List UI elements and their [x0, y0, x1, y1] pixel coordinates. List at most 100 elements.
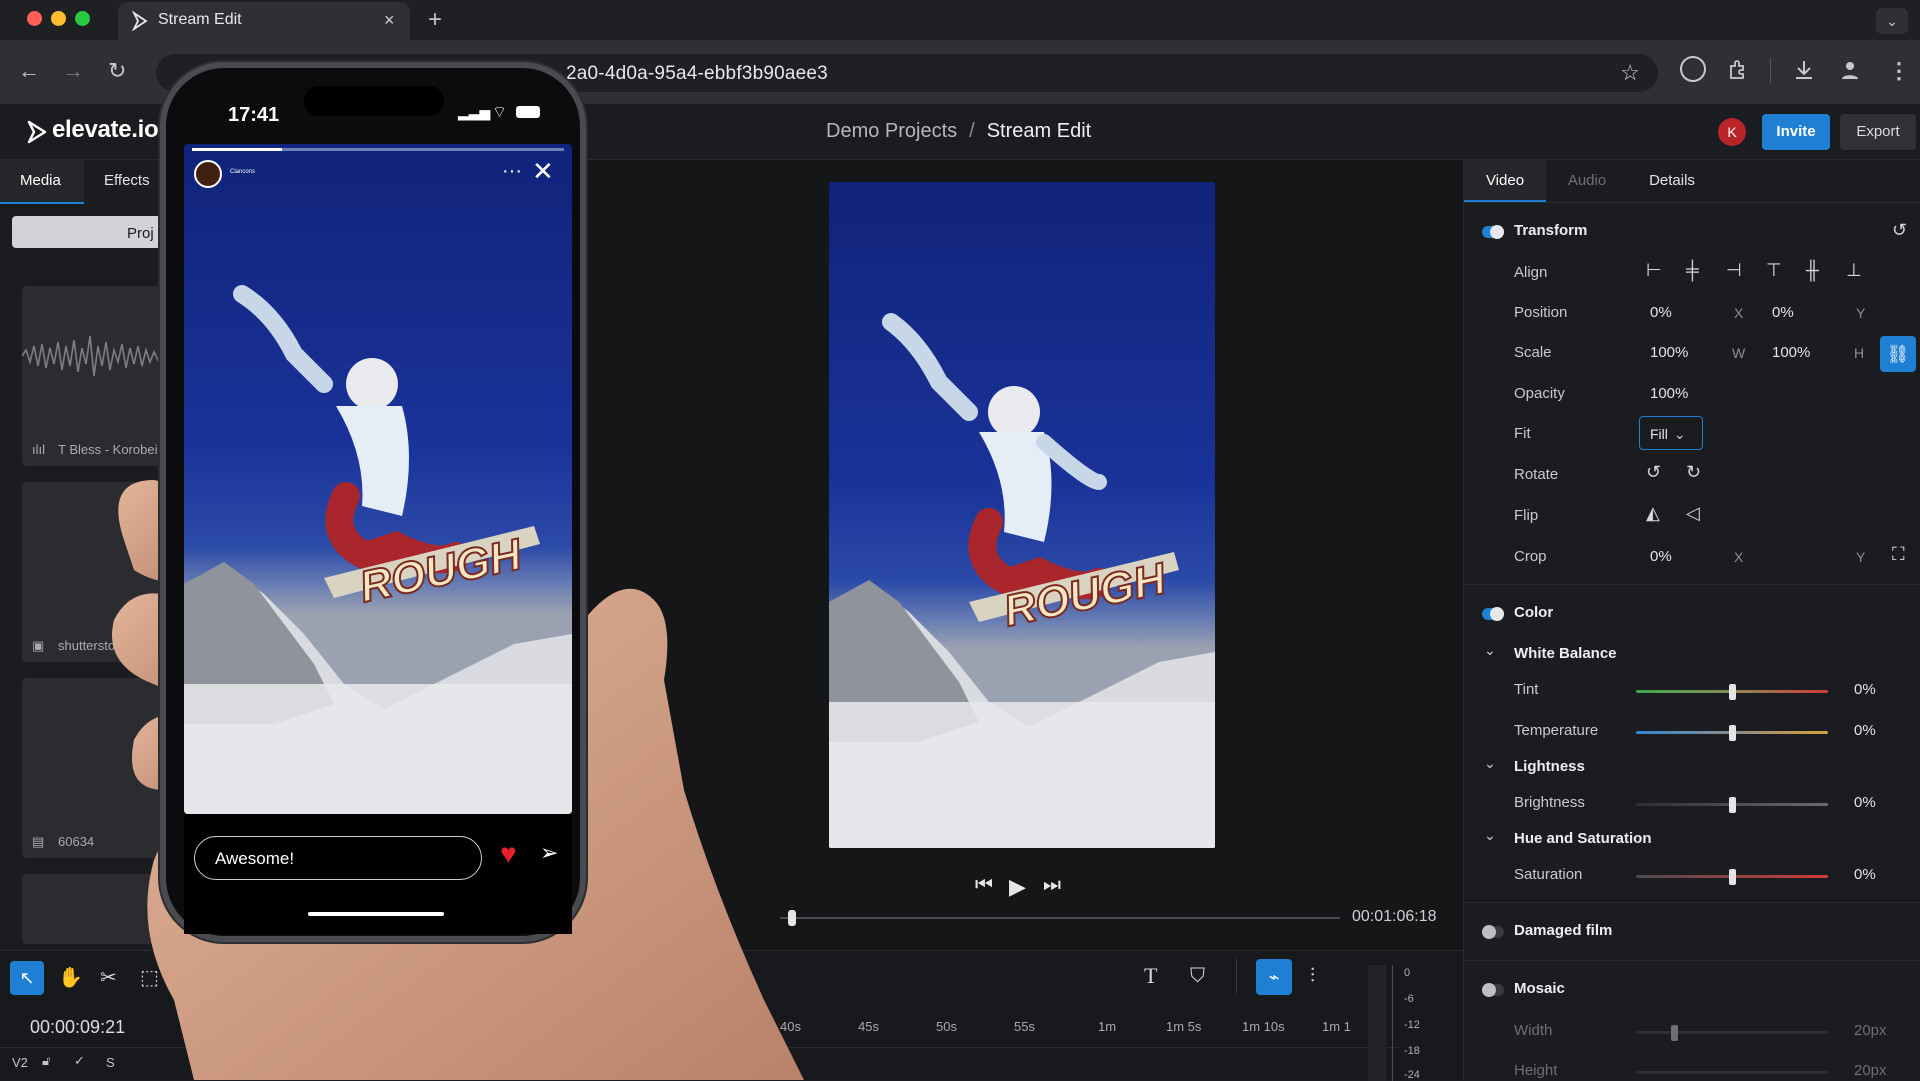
- align-right-icon[interactable]: ⊣: [1726, 260, 1742, 281]
- mosaic-width-slider[interactable]: [1636, 1031, 1828, 1034]
- section-divider: [1464, 584, 1920, 585]
- hue-saturation-title[interactable]: Hue and Saturation: [1514, 830, 1652, 847]
- temperature-slider-knob[interactable]: [1729, 725, 1736, 741]
- breadcrumb-parent[interactable]: Demo Projects: [826, 120, 957, 142]
- user-avatar[interactable]: K: [1718, 118, 1746, 146]
- tab-video[interactable]: Video: [1464, 160, 1546, 202]
- tab-details[interactable]: Details: [1628, 160, 1716, 202]
- crop-x-value[interactable]: 0%: [1650, 548, 1672, 565]
- menu-kebab-icon[interactable]: ⋮: [1888, 58, 1910, 84]
- lightness-title[interactable]: Lightness: [1514, 758, 1585, 775]
- send-icon[interactable]: ➢: [540, 840, 558, 866]
- browser-tab[interactable]: Stream Edit ×: [118, 2, 410, 40]
- tab-audio[interactable]: Audio: [1546, 160, 1628, 202]
- new-tab-button[interactable]: +: [428, 6, 442, 34]
- heart-icon[interactable]: ♥: [500, 838, 517, 870]
- ruler-label: 1m: [1098, 1019, 1117, 1034]
- flip-vertical-icon[interactable]: ◁: [1686, 503, 1700, 524]
- wifi-icon: ⌔: [492, 104, 508, 121]
- maximize-window-button[interactable]: [75, 11, 90, 26]
- video-preview[interactable]: ROUGH: [829, 182, 1215, 848]
- download-icon[interactable]: [1792, 58, 1816, 82]
- app-logo[interactable]: elevate.io: [52, 116, 159, 144]
- position-x-value[interactable]: 0%: [1650, 304, 1672, 321]
- flip-horizontal-icon[interactable]: ◭: [1646, 503, 1660, 524]
- position-y-value[interactable]: 0%: [1772, 304, 1794, 321]
- color-toggle[interactable]: [1482, 607, 1504, 621]
- forward-icon[interactable]: →: [62, 58, 84, 84]
- close-window-button[interactable]: [27, 11, 42, 26]
- align-middle-v-icon[interactable]: ╫: [1806, 260, 1819, 281]
- meter-label: -12: [1404, 1019, 1420, 1031]
- media-item-audio[interactable]: ılıl T Bless - Korobei: [22, 286, 172, 466]
- chevron-down-icon[interactable]: ⌄: [1484, 827, 1496, 844]
- fit-value: Fill: [1650, 426, 1668, 442]
- saturation-slider-knob[interactable]: [1729, 869, 1736, 885]
- transform-toggle[interactable]: [1482, 225, 1504, 239]
- align-top-icon[interactable]: ⊤: [1766, 260, 1782, 281]
- mosaic-height-slider[interactable]: [1636, 1071, 1828, 1074]
- tab-effects[interactable]: Effects: [104, 172, 150, 189]
- ruler-label: 45s: [858, 1019, 879, 1034]
- play-icon[interactable]: ▶: [1009, 874, 1026, 900]
- phone-story-screen[interactable]: Clancons ··· ✕ ROUGH: [184, 144, 572, 814]
- rotate-right-icon[interactable]: ↻: [1686, 462, 1701, 483]
- chevron-down-icon[interactable]: ⌄: [1484, 755, 1496, 772]
- fit-select[interactable]: Fill ⌄: [1639, 416, 1703, 450]
- scale-h-value[interactable]: 100%: [1772, 344, 1810, 361]
- tab-search-chevron-icon[interactable]: ⌄: [1876, 8, 1908, 34]
- align-center-h-icon[interactable]: ╪: [1686, 260, 1699, 281]
- magnet-snap-button[interactable]: ⌁: [1256, 959, 1292, 995]
- reset-transform-icon[interactable]: ↺: [1892, 220, 1907, 241]
- split-tool-icon[interactable]: ⫶: [1310, 965, 1315, 988]
- position-x-axis: X: [1734, 305, 1744, 321]
- projects-button[interactable]: Proj: [12, 216, 182, 248]
- extensions-puzzle-icon[interactable]: [1726, 58, 1750, 82]
- scale-w-axis: W: [1732, 345, 1746, 361]
- dynamic-island: [304, 86, 444, 116]
- skip-forward-icon[interactable]: ⏭: [1043, 874, 1061, 897]
- browser-tab-bar: Stream Edit × + ⌄: [0, 0, 1920, 40]
- bookmark-star-icon[interactable]: ☆: [1620, 60, 1640, 86]
- tint-value: 0%: [1854, 681, 1876, 698]
- breadcrumb: Demo Projects / Stream Edit: [826, 120, 1091, 143]
- section-divider: [1464, 902, 1920, 903]
- playback-scrubber[interactable]: [780, 917, 1340, 919]
- mosaic-toggle[interactable]: [1482, 983, 1504, 997]
- toolbar-divider: [1770, 58, 1771, 84]
- shield-tool-icon[interactable]: ⛉: [1190, 965, 1205, 988]
- story-footer: Awesome! ♥ ➢: [184, 814, 572, 934]
- opacity-value[interactable]: 100%: [1650, 385, 1688, 402]
- chevron-down-icon[interactable]: ⌄: [1484, 642, 1496, 659]
- section-divider: [1464, 960, 1920, 961]
- damaged-film-toggle[interactable]: [1482, 925, 1504, 939]
- invite-button[interactable]: Invite: [1762, 114, 1830, 150]
- tint-slider-knob[interactable]: [1729, 684, 1736, 700]
- crop-expand-icon[interactable]: ⛶: [1892, 544, 1905, 565]
- minimize-window-button[interactable]: [51, 11, 66, 26]
- mosaic-width-knob[interactable]: [1671, 1025, 1678, 1041]
- extension-account-icon[interactable]: [1680, 56, 1706, 82]
- close-tab-icon[interactable]: ×: [384, 10, 395, 31]
- align-left-icon[interactable]: ⊢: [1646, 260, 1662, 281]
- back-icon[interactable]: ←: [18, 58, 40, 84]
- skip-back-icon[interactable]: ⏮: [975, 874, 993, 897]
- export-button[interactable]: Export: [1840, 114, 1916, 150]
- media-item-label: T Bless - Korobei: [58, 442, 158, 457]
- white-balance-title[interactable]: White Balance: [1514, 645, 1617, 662]
- audio-meter: [1368, 965, 1386, 1081]
- select-tool-button[interactable]: ↖: [10, 961, 44, 995]
- align-bottom-icon[interactable]: ⊥: [1846, 260, 1862, 281]
- scale-w-value[interactable]: 100%: [1650, 344, 1688, 361]
- tab-media[interactable]: Media: [0, 160, 84, 204]
- text-tool-icon[interactable]: T: [1144, 963, 1157, 989]
- brightness-slider-knob[interactable]: [1729, 797, 1736, 813]
- rotate-left-icon[interactable]: ↺: [1646, 462, 1661, 483]
- track-lock-icon[interactable]: 🔓︎: [42, 1053, 50, 1069]
- meter-label: -6: [1404, 993, 1414, 1005]
- reload-icon[interactable]: ↻: [108, 58, 126, 84]
- mosaic-height-label: Height: [1514, 1062, 1558, 1079]
- link-aspect-button[interactable]: ⛓: [1880, 336, 1916, 372]
- comment-input[interactable]: Awesome!: [194, 836, 482, 880]
- profile-icon[interactable]: [1838, 58, 1862, 82]
